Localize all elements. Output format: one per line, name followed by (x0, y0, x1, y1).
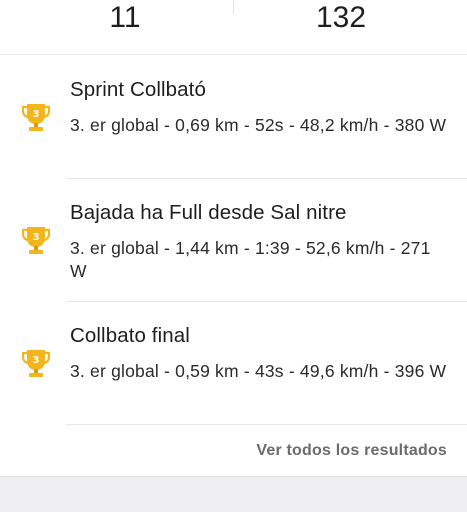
trophy-rank: 3 (33, 232, 40, 243)
section-separator (0, 476, 467, 512)
see-all-results-link[interactable]: Ver todos los resultados (256, 442, 447, 460)
trophy-icon: 3 (22, 104, 50, 131)
achievement-title: Bajada ha Full desde Sal nitre (70, 201, 347, 224)
achievement-detail: 3. er global - 0,59 km - 43s - 49,6 km/h… (70, 361, 447, 381)
achievements-list: 3 Sprint Collbató 3. er global - 0,69 km… (0, 56, 467, 425)
trophy-rank: 3 (33, 109, 40, 120)
achievement-title: Sprint Collbató (70, 78, 206, 101)
trophy-icon: 3 (22, 350, 50, 377)
trophy-icon: 3 (22, 227, 50, 254)
achievement-detail: 3. er global - 0,69 km - 52s - 48,2 km/h… (70, 115, 447, 135)
achievement-item[interactable]: 3 Bajada ha Full desde Sal nitre 3. er g… (0, 179, 467, 302)
stats-row: 11 132 (0, 0, 467, 55)
achievement-detail: 3. er global - 1,44 km - 1:39 - 52,6 km/… (70, 238, 431, 281)
item-divider (66, 424, 467, 425)
stat-left-value: 11 (109, 1, 141, 34)
stat-right-value: 132 (315, 1, 367, 34)
achievement-item[interactable]: 3 Sprint Collbató 3. er global - 0,69 km… (0, 56, 467, 179)
achievement-item[interactable]: 3 Collbato final 3. er global - 0,59 km … (0, 302, 467, 425)
achievement-title: Collbato final (70, 324, 190, 347)
trophy-rank: 3 (33, 355, 40, 366)
